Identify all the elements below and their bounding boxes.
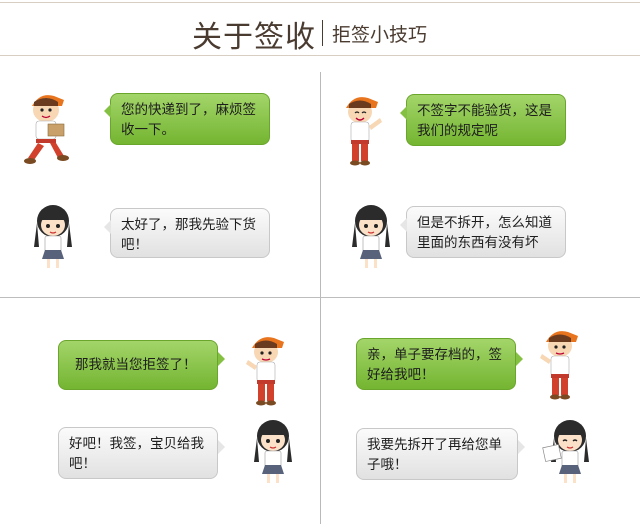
page-header: 关于签收 拒签小技巧 bbox=[0, 0, 640, 56]
courier-message: 好吧！我签，宝贝给我吧！ bbox=[69, 436, 204, 472]
customer-message: 但是不拆开，怎么知道里面的东西有没有坏 bbox=[417, 215, 552, 251]
customer-girl-icon bbox=[254, 420, 292, 483]
title-divider bbox=[322, 20, 323, 46]
courier-message: 我要先拆开了再给您单子哦！ bbox=[367, 437, 502, 473]
customer-bubble: 亲，单子要存档的，签好给我吧！ bbox=[356, 338, 516, 390]
customer-girl-icon bbox=[542, 420, 589, 483]
header-bottom-rule bbox=[0, 55, 640, 56]
customer-message: 亲，单子要存档的，签好给我吧！ bbox=[367, 347, 502, 383]
customer-girl-icon bbox=[352, 205, 390, 268]
customer-bubble: 但是不拆开，怎么知道里面的东西有没有坏 bbox=[406, 206, 566, 258]
bubble-tail bbox=[518, 440, 525, 454]
courier-icon bbox=[346, 97, 382, 166]
courier-bubble: 好吧！我签，宝贝给我吧！ bbox=[58, 427, 218, 479]
bubble-tail bbox=[218, 440, 225, 454]
courier-bubble: 我要先拆开了再给您单子哦！ bbox=[356, 428, 518, 480]
bubble-tail bbox=[400, 106, 407, 120]
horizontal-divider bbox=[0, 297, 640, 298]
bubble-tail bbox=[104, 220, 111, 234]
page-subtitle: 拒签小技巧 bbox=[332, 24, 428, 46]
courier-icon bbox=[540, 331, 578, 400]
bubble-tail bbox=[218, 352, 225, 366]
customer-message: 那我就当您拒签了！ bbox=[75, 357, 197, 373]
page-title: 关于签收 bbox=[192, 20, 316, 55]
courier-bubble: 您的快递到了，麻烦签收一下。 bbox=[110, 93, 270, 145]
customer-bubble: 那我就当您拒签了！ bbox=[58, 340, 218, 390]
customer-girl-icon bbox=[34, 205, 72, 268]
courier-bubble: 不签字不能验货，这是我们的规定呢 bbox=[406, 94, 566, 146]
customer-message: 太好了，那我先验下货吧！ bbox=[121, 217, 256, 253]
courier-icon bbox=[246, 337, 284, 406]
bubble-tail bbox=[516, 352, 523, 366]
bubble-tail bbox=[400, 218, 407, 232]
vertical-divider bbox=[320, 72, 321, 524]
courier-icon bbox=[24, 95, 69, 164]
bubble-tail bbox=[104, 104, 111, 118]
header-top-rule bbox=[0, 2, 640, 3]
courier-message: 不签字不能验货，这是我们的规定呢 bbox=[417, 103, 552, 139]
customer-bubble: 太好了，那我先验下货吧！ bbox=[110, 208, 270, 258]
courier-message: 您的快递到了，麻烦签收一下。 bbox=[121, 102, 256, 138]
